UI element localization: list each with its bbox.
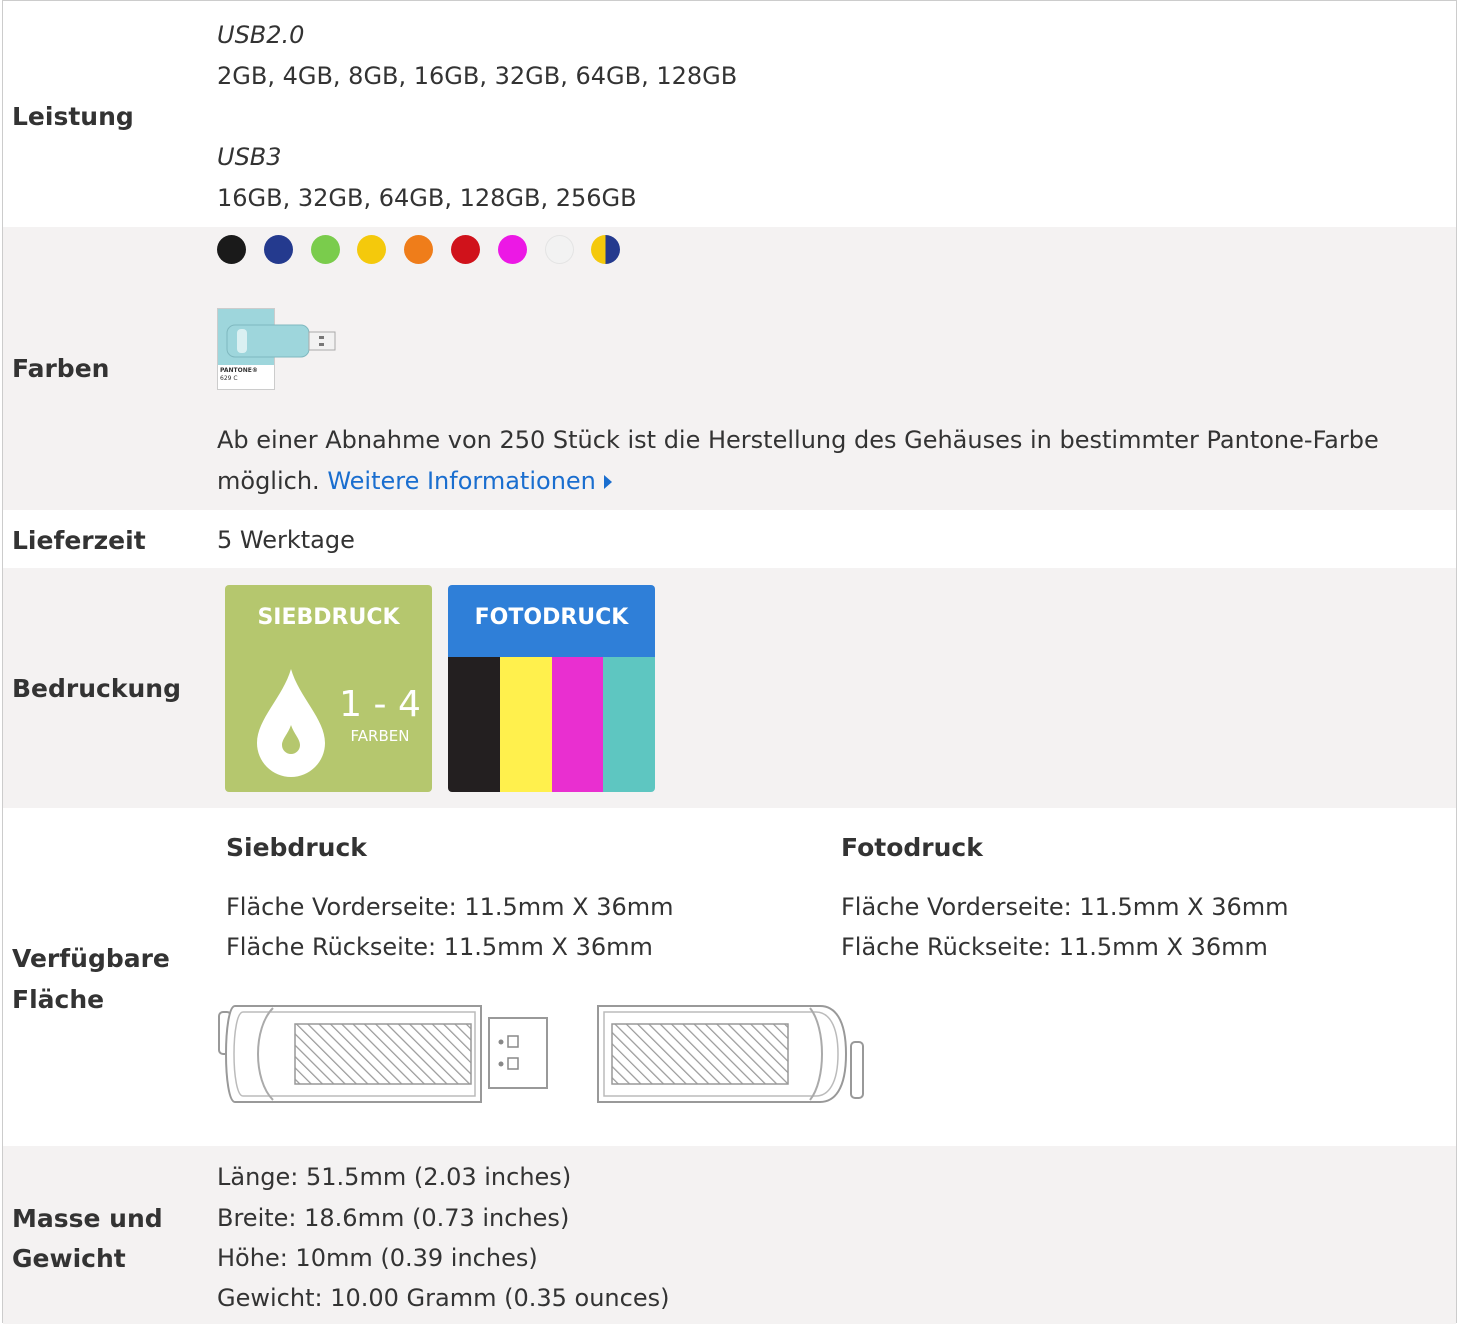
masse-breite: Breite: 18.6mm (0.73 inches) (217, 1204, 570, 1232)
label-farben: Farben (12, 354, 110, 383)
cmyk-stripe (499, 657, 552, 792)
color-swatch[interactable] (497, 235, 527, 264)
row-bedruckung: Bedruckung SIEBDRUCK 1 - 4 FARBEN FOTODR… (3, 568, 1456, 808)
cmyk-stripe (551, 657, 604, 792)
label-flaeche-1: Verfügbare (12, 944, 170, 973)
usb2-values: 2GB, 4GB, 8GB, 16GB, 32GB, 64GB, 128GB (217, 62, 738, 90)
foto-back: Fläche Rückseite: 11.5mm X 36mm (841, 933, 1268, 961)
masse-hoehe: Höhe: 10mm (0.39 inches) (217, 1244, 538, 1272)
row-masse: Masse und Gewicht Länge: 51.5mm (2.03 in… (3, 1146, 1456, 1324)
color-swatch[interactable] (591, 235, 621, 264)
label-masse-1: Masse und (12, 1204, 163, 1233)
label-bedruckung: Bedruckung (12, 674, 181, 703)
masse-gewicht: Gewicht: 10.00 Gramm (0.35 ounces) (217, 1284, 670, 1312)
pantone-brand-text: PANTONE® (220, 367, 258, 374)
pantone-description: Ab einer Abnahme von 250 Stück ist die H… (217, 426, 1379, 454)
cmyk-stripe (448, 657, 500, 792)
cmyk-stripe (603, 657, 655, 792)
color-swatch[interactable] (217, 235, 246, 264)
more-info-link[interactable]: Weitere Informationen (327, 467, 612, 495)
fotodruck-card-title: FOTODRUCK (474, 605, 629, 630)
usb-stick-icon (226, 324, 336, 358)
siebdruck-card[interactable]: SIEBDRUCK 1 - 4 FARBEN (225, 585, 432, 792)
row-flaeche: Verfügbare Fläche Siebdruck Fläche Vorde… (3, 808, 1456, 1146)
usb-front-drawing (218, 1005, 548, 1103)
label-masse-2: Gewicht (12, 1244, 126, 1273)
row-leistung: Leistung USB2.0 2GB, 4GB, 8GB, 16GB, 32G… (3, 1, 1456, 227)
fotodruck-card-header: FOTODRUCK (448, 585, 655, 657)
masse-laenge: Länge: 51.5mm (2.03 inches) (217, 1163, 572, 1191)
usb2-title: USB2.0 (217, 21, 305, 49)
label-leistung: Leistung (12, 102, 134, 131)
row-farben: Farben PANTONE® 629 C Ab einer Abnahme v… (3, 227, 1456, 510)
sieb-title: Siebdruck (226, 833, 367, 862)
lieferzeit-value: 5 Werktage (217, 526, 355, 554)
pantone-description-end: möglich. Weitere Informationen (217, 461, 612, 501)
color-swatch[interactable] (357, 235, 387, 264)
usb-back-drawing (597, 1005, 864, 1103)
siebdruck-card-title: SIEBDRUCK (257, 605, 400, 630)
label-flaeche-2: Fläche (12, 985, 105, 1014)
sieb-front: Fläche Vorderseite: 11.5mm X 36mm (226, 893, 674, 921)
foto-front: Fläche Vorderseite: 11.5mm X 36mm (841, 893, 1289, 921)
pantone-code-text: 629 C (220, 375, 238, 382)
fotodruck-card[interactable]: FOTODRUCK (448, 585, 655, 792)
spec-table: Leistung USB2.0 2GB, 4GB, 8GB, 16GB, 32G… (2, 0, 1457, 1324)
pantone-description-end-text: möglich. (217, 467, 320, 495)
usb3-values: 16GB, 32GB, 64GB, 128GB, 256GB (217, 184, 637, 212)
label-lieferzeit: Lieferzeit (12, 526, 146, 555)
caret-right-icon (603, 475, 612, 489)
siebdruck-range: 1 - 4 (339, 684, 421, 725)
color-swatch[interactable] (451, 235, 480, 264)
color-swatch[interactable] (404, 235, 434, 264)
usb3-title: USB3 (217, 143, 282, 171)
more-info-link-text: Weitere Informationen (327, 467, 596, 495)
foto-title: Fotodruck (841, 833, 983, 862)
cmyk-stripes (448, 657, 655, 792)
row-lieferzeit: Lieferzeit 5 Werktage (3, 510, 1456, 568)
color-swatch[interactable] (310, 235, 340, 264)
ink-drop-icon (257, 669, 325, 777)
siebdruck-unit: FARBEN (350, 727, 410, 745)
color-swatch[interactable] (263, 235, 293, 264)
color-swatch[interactable] (544, 235, 574, 264)
sieb-back: Fläche Rückseite: 11.5mm X 36mm (226, 933, 653, 961)
